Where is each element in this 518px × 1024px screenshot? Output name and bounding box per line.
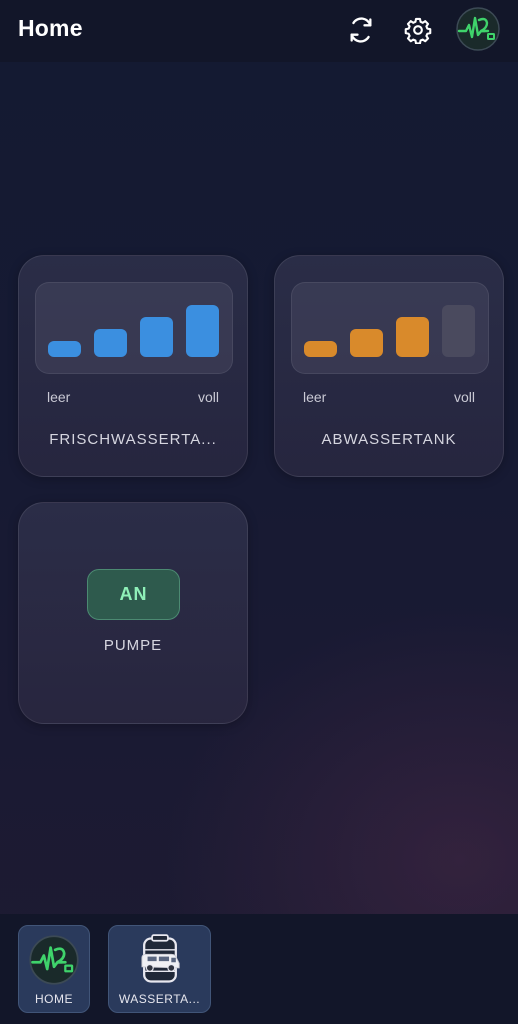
level-min-label: leer: [303, 389, 327, 405]
level-bar-4-empty: [442, 305, 475, 357]
level-bar-4: [186, 305, 219, 357]
nav-item-label: WASSERTA...: [118, 992, 201, 1006]
nav-item-label: HOME: [35, 992, 73, 1006]
pump-toggle-button[interactable]: AN: [87, 569, 180, 620]
pump-card: AN PUMPE: [18, 502, 248, 724]
refresh-button[interactable]: [341, 10, 381, 50]
profile-logo-button[interactable]: [455, 6, 501, 52]
level-bar-3: [396, 317, 429, 357]
level-max-label: voll: [453, 389, 475, 405]
nav-item-home[interactable]: HOME: [18, 925, 90, 1013]
refresh-icon: [350, 17, 372, 43]
level-max-label: voll: [197, 389, 219, 405]
level-bar-1: [48, 341, 81, 357]
gear-icon: [404, 17, 432, 44]
level-bar-3: [140, 317, 173, 357]
nav-item-water-tanks[interactable]: WASSERTA...: [108, 925, 211, 1013]
waste-water-tank-card[interactable]: leer voll ABWASSERTANK: [274, 255, 504, 477]
settings-button[interactable]: [398, 10, 438, 50]
card-title: ABWASSERTANK: [321, 431, 457, 448]
page-title: Home: [18, 15, 83, 41]
fresh-water-tank-card[interactable]: leer voll FRISCHWASSERTA...: [18, 255, 248, 477]
card-title: FRISCHWASSERTA...: [49, 431, 217, 448]
level-bar-1: [304, 341, 337, 357]
bottom-navigation: HOME WASSERTA...: [0, 914, 518, 1024]
fresh-water-level-indicator: [35, 282, 233, 374]
level-bar-2: [350, 329, 383, 357]
level-min-label: leer: [47, 389, 71, 405]
waste-water-level-indicator: [291, 282, 489, 374]
heartbeat-logo-icon: [456, 7, 500, 51]
top-app-bar: Home: [0, 0, 518, 62]
level-bar-2: [94, 329, 127, 357]
card-title: PUMPE: [103, 637, 163, 654]
heartbeat-logo-icon: [29, 935, 79, 985]
water-tank-camper-icon: [140, 934, 180, 983]
